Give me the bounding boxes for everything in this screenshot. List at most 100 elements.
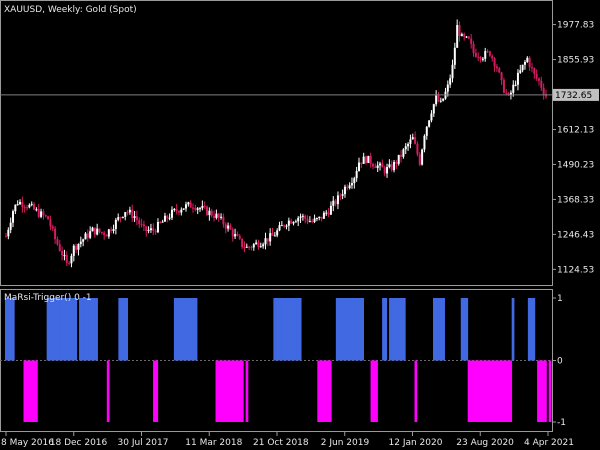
oscillator-bar-negative — [30, 360, 34, 422]
oscillator-bar-positive — [120, 298, 124, 361]
candle-body — [149, 228, 152, 231]
candle-body — [231, 229, 234, 237]
candle-body — [114, 219, 117, 229]
candle-body — [292, 222, 295, 224]
oscillator-bar-positive — [349, 298, 353, 361]
oscillator-bar-negative — [474, 360, 478, 422]
candle-body — [19, 202, 22, 205]
candle-body — [400, 154, 403, 157]
candle-body — [495, 66, 498, 69]
oscillator-bar-negative — [370, 360, 374, 422]
oscillator-bar-negative — [231, 360, 235, 422]
candle-body — [9, 222, 12, 230]
candle-body — [428, 120, 431, 127]
oscillator-bar-positive — [354, 298, 358, 361]
candle-body — [388, 164, 391, 168]
oscillator-bar-negative — [486, 360, 489, 422]
oscillator-bar-positive — [352, 298, 355, 361]
candle-body — [51, 226, 54, 229]
candle-body — [346, 186, 349, 189]
oscillator-bar-positive — [294, 298, 297, 361]
candle-body — [28, 204, 31, 208]
candle-body — [126, 212, 129, 214]
current-price-label: 1732.65 — [555, 91, 592, 101]
candle-body — [243, 247, 246, 249]
oscillator-bar-negative — [414, 360, 418, 422]
oscillator-bar-positive — [190, 298, 193, 361]
candle-body — [70, 255, 73, 264]
candle-body — [437, 95, 440, 102]
oscillator-bar-positive — [511, 298, 515, 361]
candle-body — [343, 186, 346, 195]
candle-body — [121, 216, 124, 218]
candle-body — [533, 68, 536, 74]
oscillator-bar-positive — [53, 298, 57, 361]
candle-body — [168, 217, 171, 219]
candle-body — [16, 204, 19, 206]
oscillator-bar-positive — [296, 298, 300, 361]
candle-body — [418, 154, 421, 165]
oscillator-bar-negative — [493, 360, 496, 422]
candle-body — [187, 202, 190, 205]
candle-body — [175, 209, 178, 212]
time-tick-label: 23 Aug 2020 — [456, 438, 514, 448]
oscillator-bar-negative — [488, 360, 492, 422]
oscillator-bar-negative — [236, 360, 240, 422]
oscillator-bar-negative — [25, 360, 29, 422]
candle-body — [360, 162, 363, 164]
oscillator-bar-negative — [220, 360, 223, 422]
candle-body — [411, 137, 414, 140]
candle-body — [257, 242, 260, 248]
candle-body — [264, 238, 267, 245]
oscillator-bar-negative — [324, 360, 327, 422]
candle-body — [502, 80, 505, 93]
candle-body — [500, 72, 503, 81]
price-chart[interactable]: 1977.83 1855.93 1612.13 1490.23 1368.33 1246.… — [0, 0, 600, 450]
oscillator-tick-label: 0 — [557, 357, 563, 367]
candle-body — [381, 163, 384, 168]
candle-body — [285, 225, 288, 227]
candle-body — [75, 245, 78, 250]
candle-body — [297, 217, 300, 222]
candle-body — [519, 70, 522, 73]
candle-body — [61, 250, 64, 256]
oscillator-bar-negative — [502, 360, 506, 422]
time-tick-label: 8 May 2016 — [1, 438, 54, 448]
candle-body — [23, 207, 26, 209]
candle-body — [521, 64, 524, 71]
oscillator-tick-label: 1 — [557, 294, 563, 304]
candle-body — [77, 243, 80, 250]
candle-body — [467, 36, 470, 39]
oscillator-bar-positive — [185, 298, 189, 361]
time-tick-label: 18 Dec 2016 — [50, 438, 108, 448]
oscillator-bar-positive — [391, 298, 395, 361]
candle-body — [119, 217, 122, 219]
oscillator-bar-positive — [382, 298, 385, 361]
candle-body — [488, 51, 491, 56]
candle-body — [481, 58, 484, 60]
oscillator-bar-positive — [88, 298, 92, 361]
candle-body — [460, 34, 463, 37]
candle-body — [12, 211, 15, 223]
oscillator-bar-positive — [282, 298, 286, 361]
oscillator-bar-negative — [467, 360, 471, 422]
candle-body — [407, 143, 410, 147]
candle-body — [135, 216, 138, 221]
candle-body — [287, 220, 290, 226]
candle-body — [161, 221, 164, 223]
candle-body — [42, 211, 45, 216]
candle-body — [505, 92, 508, 94]
candle-body — [357, 162, 360, 172]
oscillator-bar-positive — [530, 298, 533, 361]
candle-body — [156, 221, 159, 233]
candle-body — [14, 204, 17, 212]
oscillator-bar-positive — [58, 298, 61, 361]
oscillator-bar-positive — [192, 298, 196, 361]
oscillator-bar-positive — [284, 298, 288, 361]
oscillator-bar-negative — [504, 360, 508, 422]
candle-body — [96, 228, 99, 235]
candle-body — [238, 235, 241, 239]
oscillator-bar-positive — [62, 298, 66, 361]
candle-body — [103, 232, 106, 236]
oscillator-bar-positive — [122, 298, 126, 361]
